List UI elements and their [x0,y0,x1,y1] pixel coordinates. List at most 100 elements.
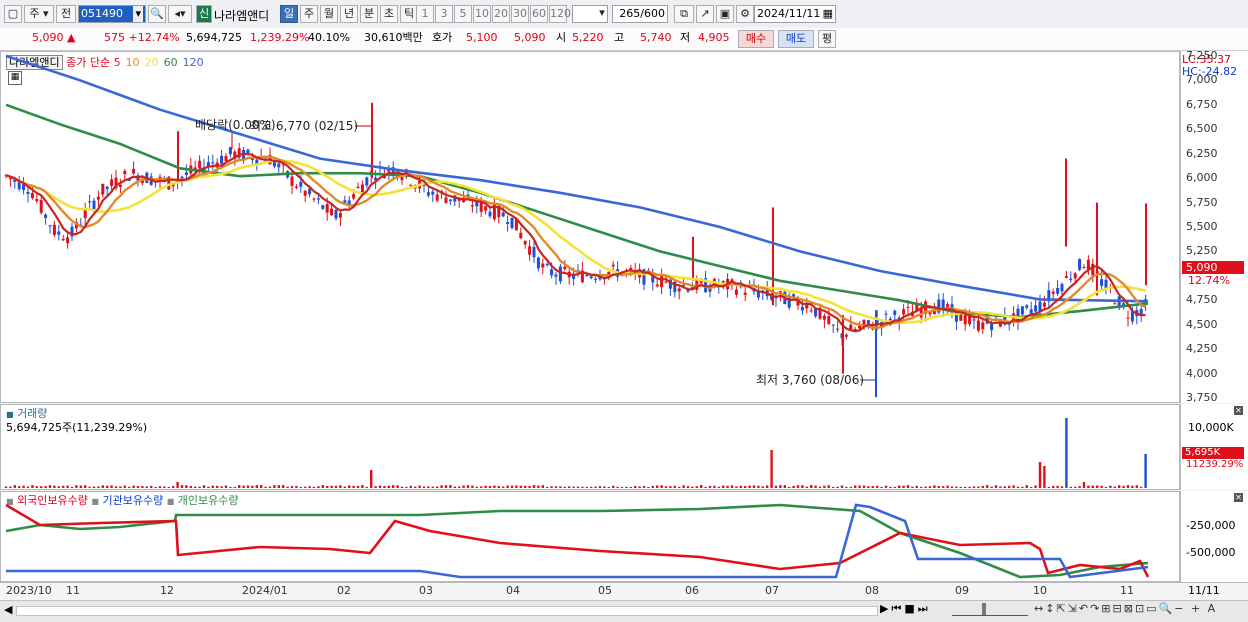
volume-bar [268,486,272,488]
volume-bar [761,486,764,488]
close-icon[interactable]: ✕ [1234,493,1243,502]
bid-label: 호가 [432,31,453,44]
zoom-slider[interactable] [952,601,1028,616]
candle-body [893,310,897,316]
price-tick: 4,500 [1186,317,1218,331]
chevron-down-icon[interactable]: ▾ [596,5,608,23]
candle-body [35,199,39,202]
period-2-button[interactable]: 월 [320,5,338,23]
candle-body [409,184,413,186]
buy-button[interactable]: 매수 [738,30,774,48]
volume-bar [304,486,307,488]
period-5-button[interactable]: 초 [380,5,398,23]
candle-body [822,315,826,320]
price-tick: 4,750 [1186,293,1218,307]
interval-120-button[interactable]: 120 [549,5,571,23]
candle-body [836,328,840,330]
draw-tool-icon[interactable]: ↗ [696,5,714,23]
close-icon[interactable]: ✕ [1234,406,1243,415]
even-button[interactable]: 평 [818,30,836,48]
price-tick: 5,500 [1186,220,1218,233]
x-axis-label: 02 [337,584,351,597]
volume-bar [818,486,822,488]
volume-bar [664,486,668,488]
x-axis-right-label: 11/11 [1188,584,1220,597]
candle-body [92,200,96,210]
volume-bar [1056,485,1059,488]
playback-controls[interactable]: ▶⏮■⏭ [880,602,931,616]
interval-5-button[interactable]: 5 [454,5,472,23]
interval-20-button[interactable]: 20 [492,5,510,23]
volume-bar [629,486,632,488]
x-axis-label: 06 [685,584,699,597]
candle-body [1042,302,1046,307]
sell-button[interactable]: 매도 [778,30,814,48]
interval-10-button[interactable]: 10 [473,5,491,23]
volume-bar [1016,486,1020,488]
volume-bar [128,486,131,488]
volume-bar [840,485,844,488]
gear-icon[interactable]: ⚙ [736,5,754,23]
save-icon[interactable]: ▣ [716,5,734,23]
window-icon[interactable]: ▢ [4,5,22,23]
volume-bar [62,485,65,488]
count-value: 265 [619,7,641,20]
x-axis-label: 05 [598,584,612,597]
tool-icons[interactable]: ↔↕⇱⇲↶↷⊞⊟⊠⊡▭🔍− + A [1034,602,1217,615]
interval-30-button[interactable]: 30 [511,5,529,23]
volume-bar [242,485,245,488]
interval-1-button[interactable]: 1 [416,5,434,23]
calendar-icon[interactable]: ▦ [823,6,833,22]
date-input[interactable]: 2024/11/11 ▦ [754,5,836,23]
volume-bar [48,485,52,488]
chart-type-icon[interactable]: ⧉ [674,5,694,23]
volume-bar [176,482,179,488]
volume-bar [810,485,813,488]
search-icon[interactable]: 🔍 [148,5,166,23]
top-toolbar: ▢ 주 ▾ 전 051490 ▾ 🔍 ◂▾ 신 나라엠앤디 일주월년분초틱 135… [0,0,1248,29]
candle-body [1034,305,1038,312]
horizontal-scrollbar[interactable] [16,606,878,616]
candle-body [435,194,439,201]
volume-bar [1135,485,1138,488]
scroll-left-icon[interactable]: ◀ [4,603,12,616]
x-axis-label: 09 [955,584,969,597]
volume-bar [330,485,333,488]
low-annotation: 최저 3,760 (08/06) [756,373,864,387]
ma20-line [5,159,1146,325]
volume-bar [726,485,729,488]
price-chart: 배당락(0.00%) 최고 6,770 (02/15) 최저 3,760 (08… [4,54,1149,398]
interval-60-button[interactable]: 60 [530,5,548,23]
volume-bar [202,485,206,488]
volume-bar [616,486,619,488]
volume-bar [1074,486,1077,488]
interval-3-button[interactable]: 3 [435,5,453,23]
chevron-down-icon[interactable]: ▾ [133,6,143,22]
speaker-icon[interactable]: ◂▾ [168,5,192,23]
volume-bar [532,485,536,488]
prev-button[interactable]: 전 [56,5,76,23]
period-0-button[interactable]: 일 [280,5,298,23]
volume-bar [26,486,30,488]
volume-bar [458,486,461,488]
volume-bar [70,486,74,488]
volume-bar [431,486,434,488]
volume-bar [361,485,364,488]
period-1-button[interactable]: 주 [300,5,318,23]
period-type-dropdown[interactable]: 주 ▾ [24,5,54,23]
volume-pct: 1,239.29% [250,31,310,44]
period-3-button[interactable]: 년 [340,5,358,23]
volume-bar [75,485,78,488]
candle-body [1069,278,1073,281]
volume-bar [255,485,258,488]
volume-bar [871,486,874,488]
volume-bar [35,486,38,488]
stock-code-input[interactable]: 051490 ▾ [78,5,146,23]
volume-bar [598,486,602,488]
volume-bar [1043,466,1046,488]
period-4-button[interactable]: 분 [360,5,378,23]
volume-bar [1118,485,1121,488]
volume-bar [686,486,690,488]
holder-tick-1: -250,000 [1186,519,1236,532]
count-input[interactable]: 265/600 [612,5,668,23]
